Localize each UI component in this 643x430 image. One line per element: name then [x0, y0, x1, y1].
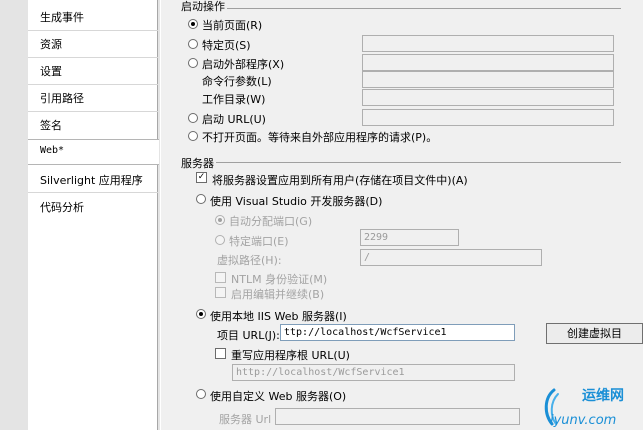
start-url-label: 启动 URL(U) — [202, 113, 266, 126]
virtual-path-label: 虚拟路径(H): — [217, 254, 282, 267]
working-dir-input[interactable] — [362, 89, 614, 106]
ntlm-checkbox[interactable] — [215, 272, 226, 283]
external-program-label: 启动外部程序(X) — [202, 58, 285, 71]
nav-item-resources[interactable]: 资源 — [40, 36, 62, 52]
server-url-input[interactable] — [275, 408, 520, 425]
radio-start-url[interactable] — [188, 113, 198, 123]
apply-all-users-label: 将服务器设置应用到所有用户(存储在项目文件中)(A) — [212, 174, 468, 187]
specific-page-input[interactable] — [362, 35, 614, 52]
watermark-domain-text: iyunv.com — [550, 413, 616, 428]
radio-custom-web-server[interactable] — [196, 389, 206, 399]
nav-separator — [28, 30, 158, 31]
custom-web-server-label: 使用自定义 Web 服务器(O) — [210, 390, 347, 403]
cmd-args-label: 命令行参数(L) — [202, 75, 272, 88]
ntlm-label: NTLM 身份验证(M) — [231, 273, 328, 286]
override-root-label: 重写应用程序根 URL(U) — [231, 349, 350, 362]
working-dir-label: 工作目录(W) — [202, 93, 266, 106]
external-program-input[interactable] — [362, 54, 614, 71]
start-url-input[interactable] — [362, 109, 614, 126]
apply-all-users-checkbox[interactable]: ✓ — [196, 172, 207, 183]
create-virtual-directory-button[interactable]: 创建虚拟目 — [546, 323, 643, 344]
radio-specific-page[interactable] — [188, 39, 198, 49]
nav-item-web[interactable]: Web* — [40, 145, 64, 156]
nav-separator — [28, 84, 158, 85]
site-watermark: 运维网 iyunv.com — [538, 384, 643, 430]
vs-dev-server-label: 使用 Visual Studio 开发服务器(D) — [210, 195, 383, 208]
watermark-logo-icon: 运维网 iyunv.com — [544, 387, 624, 428]
servers-group-label: 服务器 — [181, 155, 216, 171]
start-action-group-label: 启动操作 — [181, 0, 227, 14]
radio-dont-open-page[interactable] — [188, 131, 198, 141]
port-input[interactable]: 2299 — [360, 229, 459, 246]
virtual-path-input[interactable]: / — [360, 249, 542, 266]
cmd-args-input[interactable] — [362, 71, 614, 88]
edit-continue-label: 启用编辑并继续(B) — [231, 288, 325, 301]
override-root-checkbox[interactable] — [215, 348, 226, 359]
nav-item-reference-paths[interactable]: 引用路径 — [40, 90, 84, 106]
radio-auto-port[interactable] — [215, 215, 225, 225]
property-nav: 生成事件 资源 设置 引用路径 签名 Web* Silverlight 应用程序… — [28, 0, 159, 430]
local-iis-label: 使用本地 IIS Web 服务器(I) — [210, 310, 347, 323]
radio-local-iis[interactable] — [196, 309, 206, 319]
auto-port-label: 自动分配端口(G) — [229, 215, 313, 228]
watermark-cn-text: 运维网 — [582, 387, 624, 404]
specific-port-label: 特定端口(E) — [229, 235, 289, 248]
dont-open-page-label: 不打开页面。等待来自外部应用程序的请求(P)。 — [202, 131, 438, 144]
current-page-label: 当前页面(R) — [202, 19, 263, 32]
nav-item-silverlight[interactable]: Silverlight 应用程序 — [40, 172, 143, 188]
start-action-divider — [181, 8, 621, 9]
project-url-input[interactable]: ttp://localhost/WcfService1 — [280, 324, 515, 341]
radio-specific-port[interactable] — [215, 235, 225, 245]
nav-separator — [28, 57, 158, 58]
specific-page-label: 特定页(S) — [202, 39, 251, 52]
override-root-input[interactable]: http://localhost/WcfService1 — [232, 364, 515, 381]
radio-current-page[interactable] — [188, 19, 198, 29]
radio-vs-dev-server[interactable] — [196, 194, 206, 204]
nav-separator — [28, 192, 158, 193]
nav-item-code-analysis[interactable]: 代码分析 — [40, 199, 84, 215]
nav-item-signing[interactable]: 签名 — [40, 117, 62, 133]
server-url-label: 服务器 Url — [219, 413, 272, 426]
edit-continue-checkbox[interactable] — [215, 287, 226, 298]
nav-item-settings[interactable]: 设置 — [40, 63, 62, 79]
project-url-label: 项目 URL(J): — [217, 329, 280, 342]
radio-external-program[interactable] — [188, 58, 198, 68]
nav-item-build-events[interactable]: 生成事件 — [40, 9, 84, 25]
servers-divider — [181, 162, 621, 163]
nav-separator — [28, 111, 158, 112]
